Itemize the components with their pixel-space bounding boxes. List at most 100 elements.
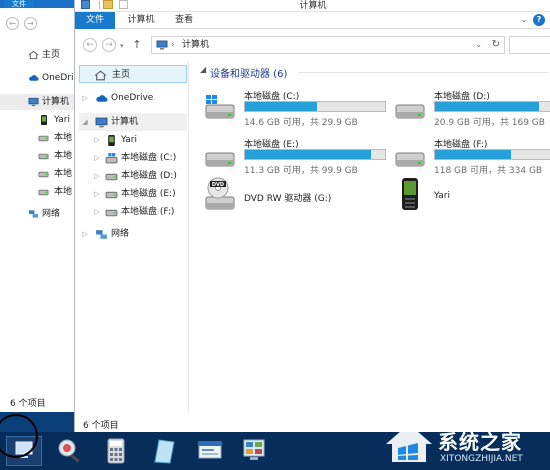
- home-icon: [94, 70, 107, 81]
- hard-drive-icon: [38, 171, 49, 178]
- chevron-down-icon[interactable]: ◢: [81, 113, 89, 131]
- taskbar-notes-button[interactable]: [146, 436, 182, 466]
- chevron-right-icon[interactable]: ▷: [93, 203, 101, 221]
- drive-usage-fill: [435, 102, 539, 111]
- bg-status-bar: 6 个项目: [10, 399, 46, 409]
- bg-nav-label: Yari: [54, 115, 70, 125]
- bg-nav-yari[interactable]: Yari: [0, 112, 83, 128]
- drive-tile-e[interactable]: 本地磁盘 (E:) 11.3 GB 可用，共 99.9 GB: [204, 137, 386, 181]
- nav-item-onedrive[interactable]: ▷ OneDrive: [79, 89, 187, 107]
- chevron-right-icon[interactable]: ▷: [81, 89, 89, 107]
- nav-item-disk-e[interactable]: ▷ 本地磁盘 (E:): [79, 185, 187, 203]
- nav-item-home[interactable]: 主页: [79, 65, 187, 83]
- nav-item-label: Yari: [121, 135, 137, 145]
- bg-nav-network[interactable]: 网络: [0, 206, 83, 222]
- refresh-icon[interactable]: ↻: [492, 38, 500, 52]
- nav-item-label: 本地磁盘 (C:): [121, 153, 177, 163]
- watermark-subtext: XITONGZHIJIA.NET: [440, 454, 523, 464]
- nav-item-disk-f[interactable]: ▷ 本地磁盘 (F:): [79, 203, 187, 221]
- bg-nav-disk[interactable]: 本地: [0, 166, 83, 182]
- hard-drive-icon: [38, 153, 49, 160]
- chevron-down-icon[interactable]: ◢: [200, 65, 206, 74]
- address-bar[interactable]: › 计算机 ⌄ ↻: [151, 36, 505, 54]
- drive-usage-fill: [245, 102, 317, 111]
- watermark-logo: 系统之家 XITONGZHIJIA.NET: [382, 418, 550, 470]
- notepad-icon: [154, 439, 175, 464]
- bg-forward-icon[interactable]: →: [24, 17, 37, 30]
- navigation-bar: ← → ▾ ↑ › 计算机 ⌄ ↻: [75, 29, 550, 61]
- up-arrow-icon[interactable]: ↑: [131, 38, 143, 52]
- bg-nav-disk[interactable]: 本地: [0, 184, 83, 200]
- chevron-right-icon[interactable]: ▷: [93, 167, 101, 185]
- bg-nav-disk[interactable]: 本地: [0, 130, 83, 146]
- tab-file[interactable]: 文件: [75, 12, 115, 29]
- bg-nav-label: 本地: [54, 169, 73, 179]
- magnifier-icon: [58, 439, 80, 463]
- forward-icon[interactable]: →: [102, 38, 116, 52]
- home-icon: [28, 50, 39, 60]
- house-logo-icon: [386, 424, 432, 462]
- chevron-right-icon[interactable]: ▷: [93, 131, 101, 149]
- navigation-pane: 主页 ▷ OneDrive ◢ 计算机 ▷ Yari ▷ 本地磁盘 (C:) ▷…: [75, 61, 189, 412]
- recent-locations-icon[interactable]: ▾: [120, 42, 124, 50]
- network-icon: [28, 210, 39, 218]
- nav-item-label: 计算机: [111, 117, 139, 127]
- drive-free-space: 14.6 GB 可用，共 29.9 GB: [244, 118, 358, 128]
- explorer-window: 计算机 文件 计算机 查看 ⌄ ? ← → ▾ ↑ › 计算机 ⌄ ↻ 主页 ▷…: [74, 0, 550, 432]
- nav-item-computer[interactable]: ◢ 计算机: [79, 113, 187, 131]
- bg-file-tab[interactable]: 文件: [4, 0, 34, 8]
- nav-item-disk-d[interactable]: ▷ 本地磁盘 (D:): [79, 167, 187, 185]
- window-title: 计算机: [299, 1, 327, 11]
- bg-nav-home[interactable]: 主页: [0, 47, 83, 63]
- breadcrumb-chevron-icon[interactable]: ›: [171, 39, 175, 51]
- drive-usage-bar: [244, 149, 386, 160]
- chevron-down-icon[interactable]: ⌄: [475, 38, 482, 52]
- taskbar-search-button[interactable]: [52, 436, 88, 466]
- tab-computer[interactable]: 计算机: [119, 12, 163, 29]
- bg-nav-label: 本地: [54, 133, 73, 143]
- cloud-icon: [29, 75, 39, 81]
- taskbar-media-button[interactable]: [192, 436, 228, 466]
- drive-tile-c[interactable]: 本地磁盘 (C:) 14.6 GB 可用，共 29.9 GB: [204, 89, 386, 133]
- taskbar-settings-button[interactable]: [236, 436, 272, 466]
- chevron-down-icon[interactable]: ⌄: [519, 15, 529, 25]
- bg-nav-disk[interactable]: 本地: [0, 148, 83, 164]
- chevron-right-icon[interactable]: ▷: [81, 225, 89, 243]
- nav-item-label: 主页: [112, 70, 131, 80]
- phone-device-tile[interactable]: Yari: [394, 177, 550, 221]
- taskbar-calculator-button[interactable]: [98, 436, 134, 466]
- drive-tile-f[interactable]: 本地磁盘 (F:) 118 GB 可用，共 334 GB: [394, 137, 550, 181]
- back-icon[interactable]: ←: [83, 38, 97, 52]
- dvd-drive-icon: DVD: [205, 177, 235, 210]
- drive-free-space: 11.3 GB 可用，共 99.9 GB: [244, 166, 358, 176]
- nav-item-label: 网络: [111, 229, 130, 239]
- nav-item-yari[interactable]: ▷ Yari: [79, 131, 187, 149]
- nav-item-network[interactable]: ▷ 网络: [79, 225, 187, 243]
- search-input[interactable]: [509, 36, 550, 54]
- cloud-icon: [96, 95, 108, 102]
- drive-usage-fill: [435, 150, 511, 159]
- hard-drive-icon: [395, 152, 425, 167]
- bg-back-icon[interactable]: ←: [6, 17, 19, 30]
- windows-drive-icon: [105, 153, 118, 164]
- breadcrumb[interactable]: 计算机: [182, 37, 209, 53]
- drive-tile-d[interactable]: 本地磁盘 (D:) 20.9 GB 可用，共 169 GB: [394, 89, 550, 133]
- windows-drive-icon: [205, 95, 235, 119]
- window-app-icon: [198, 441, 222, 459]
- help-icon[interactable]: ?: [533, 14, 545, 26]
- drive-free-space: 20.9 GB 可用，共 169 GB: [434, 118, 545, 128]
- network-icon: [96, 230, 107, 239]
- background-explorer-window: 文件 ← → 主页 OneDrive 计算机 Yari 本地 本地 本地 本地 …: [0, 0, 84, 412]
- content-pane: ◢ 设备和驱动器 (6) 本地磁盘 (C:) 14.6 GB 可用，共 29.9…: [190, 61, 550, 412]
- hard-drive-icon: [395, 104, 425, 119]
- bg-nav-onedrive[interactable]: OneDrive: [0, 70, 83, 86]
- tab-view[interactable]: 查看: [167, 12, 201, 29]
- chevron-right-icon[interactable]: ▷: [93, 149, 101, 167]
- status-bar: 6 个项目: [83, 421, 119, 431]
- nav-item-disk-c[interactable]: ▷ 本地磁盘 (C:): [79, 149, 187, 167]
- device-name: DVD RW 驱动器 (G:): [244, 194, 332, 204]
- bg-nav-computer[interactable]: 计算机: [0, 94, 83, 110]
- chevron-right-icon[interactable]: ▷: [93, 185, 101, 203]
- drive-free-space: 118 GB 可用，共 334 GB: [434, 166, 543, 176]
- dvd-drive-tile[interactable]: DVD DVD RW 驱动器 (G:): [204, 177, 374, 221]
